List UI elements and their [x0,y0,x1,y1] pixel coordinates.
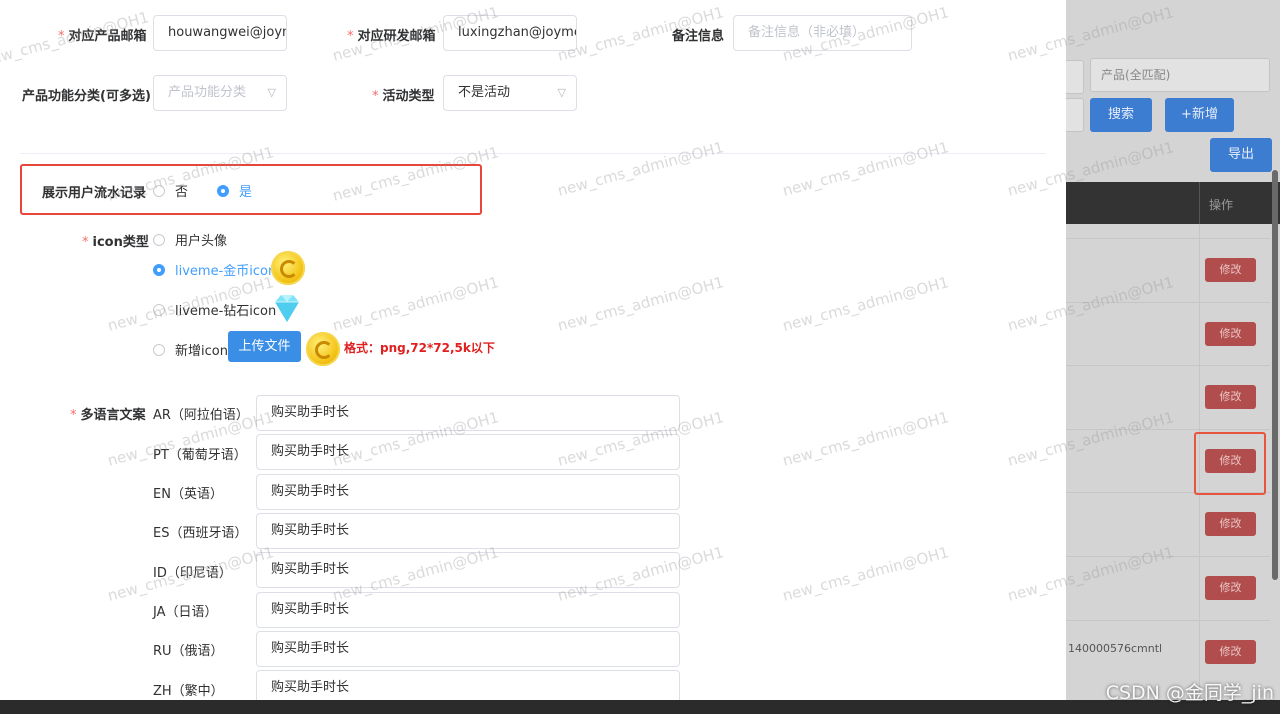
lang-input-ar[interactable]: 购买助手时长 [256,395,680,431]
lang-input-id[interactable]: 购买助手时长 [256,552,680,588]
bg-ops-header: 操作 [1209,198,1234,212]
lang-input-zh[interactable]: 购买助手时长 [256,670,680,700]
feature-category-select[interactable]: 产品功能分类 ▽ [153,75,287,111]
lang-input-ja[interactable]: 购买助手时长 [256,592,680,628]
product-email-input[interactable]: houwangwei@joym [153,15,287,51]
gold-coin-icon [306,332,340,366]
background-page: 产品(全匹配) 搜索 +新增 导出 操作 修改 修改 修改 修改 修改 修改 修… [1066,0,1280,700]
chevron-down-icon: ▽ [267,86,276,99]
lang-label-pt: PT（葡萄牙语） [153,448,247,463]
format-note: 格式：png,72*72,5k以下 [344,341,495,355]
bg-edit-button: 修改 [1205,385,1256,409]
edit-drawer: * 对应产品邮箱 houwangwei@joym * 对应研发邮箱 luxingzh… [0,0,1066,700]
lang-label-id: ID（印尼语） [153,566,232,581]
radio-checked-icon [217,184,229,197]
icon-type-radio-new[interactable]: 新增icon [153,340,228,359]
bg-export-button: 导出 [1210,138,1272,172]
lang-input-pt[interactable]: 购买助手时长 [256,434,680,470]
bg-search-button: 搜索 [1090,98,1152,132]
icon-type-radio-coin[interactable]: liveme-金币icon [153,260,276,279]
lang-label-zh: ZH（繁中） [153,684,224,699]
lang-input-es[interactable]: 购买助手时长 [256,513,680,549]
rd-email-input[interactable]: luxingzhan@joyme. [443,15,577,51]
activity-type-label: * 活动类型 [372,89,435,104]
lang-input-en[interactable]: 购买助手时长 [256,474,680,510]
bg-edit-button: 修改 [1205,322,1256,346]
bg-scrollbar [1272,170,1278,580]
diamond-icon [275,295,299,322]
bg-edit-button: 修改 [1205,640,1256,664]
product-email-label: * 对应产品邮箱 [58,29,147,44]
icon-type-radio-avatar[interactable]: 用户头像 [153,230,227,249]
radio-circle-icon [153,303,165,316]
bg-edit-button: 修改 [1205,576,1256,600]
bg-row-cut-text: 140000576cmntl [1068,642,1163,655]
feature-category-label: 产品功能分类(可多选) [22,89,151,104]
radio-circle-icon [153,343,165,356]
lang-label-es: ES（西班牙语） [153,526,248,541]
show-flow-radio-yes[interactable]: 是 [217,181,252,200]
lang-label-en: EN（英语） [153,487,223,502]
bg-edit-button: 修改 [1205,258,1256,282]
lang-input-ru[interactable]: 购买助手时长 [256,631,680,667]
icon-type-radio-diamond[interactable]: liveme-钻石icon [153,300,276,319]
lang-label-ar: AR（阿拉伯语） [153,408,249,423]
bg-add-button: +新增 [1165,98,1234,132]
lang-label-ja: JA（日语） [153,605,218,620]
gold-coin-icon [271,251,305,285]
section-divider [20,153,1046,154]
show-flow-label: 展示用户流水记录 [42,186,147,201]
remark-input[interactable]: 备注信息（非必填） [733,15,912,51]
csdn-watermark: CSDN @金同学_jin [1105,682,1274,704]
radio-checked-icon [153,263,165,276]
show-flow-radio-no[interactable]: 否 [153,181,188,200]
icon-type-label: * icon类型 [82,235,149,250]
remark-label: 备注信息 [672,29,725,44]
multi-lang-label: * 多语言文案 [70,408,146,423]
edit-highlight-box [1194,432,1266,495]
chevron-down-icon: ▽ [557,86,566,99]
upload-file-button[interactable]: 上传文件 [228,331,301,362]
rd-email-label: * 对应研发邮箱 [347,29,436,44]
radio-circle-icon [153,184,165,197]
bg-table-header: 操作 [1066,182,1280,224]
bg-product-filter-input: 产品(全匹配) [1090,58,1270,92]
os-taskbar [0,700,1280,714]
bg-filter-select-partial [1066,98,1084,132]
lang-label-ru: RU（俄语） [153,644,224,659]
radio-circle-icon [153,233,165,246]
activity-type-select[interactable]: 不是活动 ▽ [443,75,577,111]
bg-edit-button: 修改 [1205,512,1256,536]
bg-filter-input-partial [1066,60,1084,94]
